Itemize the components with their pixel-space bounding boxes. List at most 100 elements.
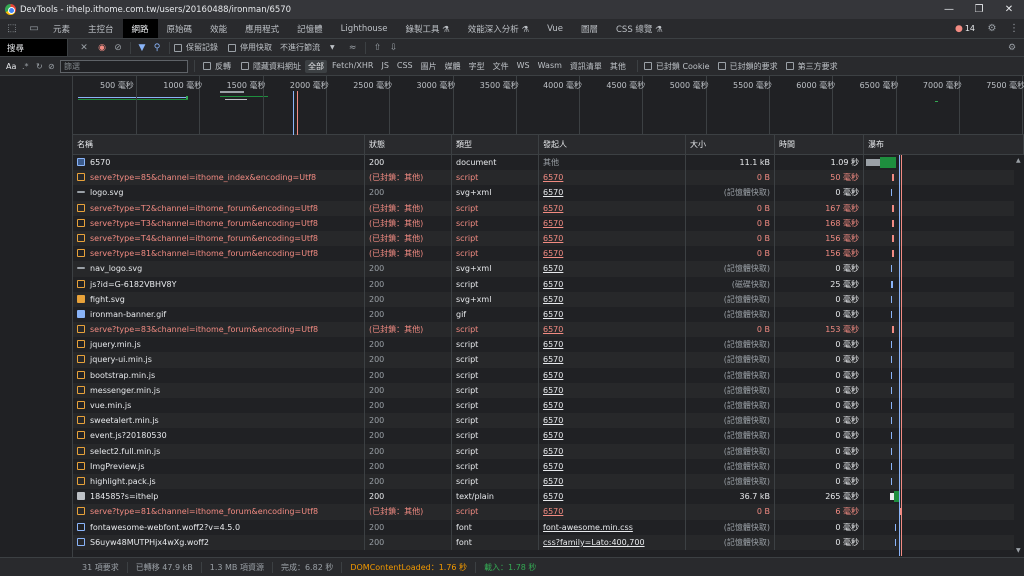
type-filter-button[interactable]: Wasm <box>535 60 565 73</box>
initiator-text[interactable]: 6570 <box>543 173 563 182</box>
column-header[interactable]: 類型 <box>452 135 539 155</box>
export-har-icon[interactable]: ⇩ <box>386 39 402 56</box>
size-text: (記憶體快取) <box>723 264 770 274</box>
more-options-icon[interactable]: ⋮ <box>1006 21 1022 37</box>
initiator-text[interactable]: font-awesome.min.css <box>543 523 633 532</box>
status-text: 200 <box>369 522 385 532</box>
issues-badge[interactable]: ● 14 <box>952 21 978 37</box>
size-text: (記憶體快取) <box>723 461 770 471</box>
type-filter-button[interactable]: 其他 <box>607 60 629 73</box>
scroll-down-icon[interactable]: ▼ <box>1016 547 1021 554</box>
tab-panel[interactable]: 記憶體 <box>288 19 332 38</box>
type-filter-button[interactable]: 全部 <box>305 59 327 73</box>
scrollbar[interactable]: ▲ ▼ <box>1014 155 1024 556</box>
network-conditions-wifi-icon[interactable]: ≈ <box>345 39 361 56</box>
tab-panel[interactable]: Vue <box>538 19 572 38</box>
disable-cache-checkbox[interactable]: 停用快取 <box>228 39 272 56</box>
type-filter-button[interactable]: JS <box>378 60 391 73</box>
initiator-text[interactable]: 6570 <box>543 219 563 228</box>
tab-panel[interactable]: Lighthouse <box>332 19 397 38</box>
initiator-text[interactable]: css?family=Lato:400,700 <box>543 538 645 547</box>
close-window-button[interactable]: ✕ <box>994 0 1024 19</box>
throttle-select[interactable]: 不進行節流 ▼ <box>280 39 335 56</box>
column-header[interactable]: 時間 <box>775 135 864 155</box>
initiator-text[interactable]: 6570 <box>543 234 563 243</box>
initiator-text[interactable]: 6570 <box>543 295 563 304</box>
initiator-text[interactable]: 6570 <box>543 340 563 349</box>
minimize-button[interactable]: — <box>934 0 964 19</box>
size-text: (記憶體快取) <box>723 401 770 410</box>
initiator-text[interactable]: 6570 <box>543 280 563 289</box>
type-filter-button[interactable]: 媒體 <box>442 60 464 73</box>
size-text: 36.7 kB <box>739 492 770 502</box>
tab-panel[interactable]: 元素 <box>44 19 79 38</box>
clear-filter-icon[interactable]: ⊘ <box>48 62 60 71</box>
type-filter-button[interactable]: 文件 <box>490 60 512 73</box>
search-icon[interactable]: ⚲ <box>149 39 165 56</box>
tab-panel[interactable]: 應用程式 <box>236 19 288 38</box>
initiator-text[interactable]: 6570 <box>543 477 563 486</box>
type-filter-button[interactable]: 字型 <box>466 60 488 73</box>
refresh-icon[interactable]: ↻ <box>36 62 48 71</box>
overview-bar <box>220 96 268 97</box>
time-text: 0 毫秒 <box>835 446 859 456</box>
tab-panel[interactable]: 原始碼 <box>158 19 202 38</box>
initiator-text[interactable]: 6570 <box>543 431 563 440</box>
initiator-text[interactable]: 6570 <box>543 507 563 516</box>
initiator-text[interactable]: 6570 <box>543 325 563 334</box>
initiator-text[interactable]: 6570 <box>543 462 563 471</box>
type-filter-button[interactable]: 圖片 <box>418 60 440 73</box>
filter-input[interactable]: 篩選 <box>60 59 188 73</box>
initiator-text[interactable]: 6570 <box>543 447 563 456</box>
restore-button[interactable]: ❐ <box>964 0 994 19</box>
initiator-text[interactable]: 6570 <box>543 371 563 380</box>
filter-icon[interactable]: ▼ <box>135 39 149 56</box>
initiator-text[interactable]: 6570 <box>543 355 563 364</box>
regex-icon[interactable]: .* <box>22 62 36 71</box>
initiator-text[interactable]: 6570 <box>543 386 563 395</box>
network-settings-gear-icon[interactable]: ⚙ <box>1000 39 1024 56</box>
tab-panel[interactable]: 網路 <box>122 19 158 38</box>
blocked-requests-checkbox[interactable]: 已封鎖的要求 <box>717 61 778 72</box>
column-header[interactable]: 名稱 <box>73 135 365 155</box>
tab-panel[interactable]: 錄製工具 ⚗ <box>396 19 458 38</box>
initiator-text[interactable]: 6570 <box>543 416 563 425</box>
status-text: 200 <box>369 370 385 380</box>
initiator-text[interactable]: 6570 <box>543 310 563 319</box>
tab-panel[interactable]: 效能深入分析 ⚗ <box>459 19 538 38</box>
hide-data-urls-checkbox[interactable]: 隱藏資料網址 <box>241 61 301 72</box>
initiator-text[interactable]: 6570 <box>543 188 563 197</box>
type-filter-button[interactable]: CSS <box>394 60 416 73</box>
column-header[interactable]: 發起人 <box>539 135 686 155</box>
invert-checkbox[interactable]: 反轉 <box>203 61 231 72</box>
tab-panel[interactable]: 圖層 <box>572 19 607 38</box>
settings-gear-icon[interactable]: ⚙ <box>984 21 1000 37</box>
search-drawer-tab[interactable]: 搜尋 <box>0 39 68 56</box>
type-filter-button[interactable]: 資訊清單 <box>567 60 605 73</box>
case-sensitive-toggle[interactable]: Aa <box>0 62 22 71</box>
preserve-log-checkbox[interactable]: 保留記錄 <box>174 39 218 56</box>
initiator-text[interactable]: 6570 <box>543 204 563 213</box>
overview-timeline[interactable]: 500 毫秒 1000 毫秒 1500 毫秒 2000 毫秒 2500 毫秒 3000 毫… <box>73 76 1024 135</box>
import-har-icon[interactable]: ⇧ <box>370 39 386 56</box>
third-party-checkbox[interactable]: 第三方要求 <box>785 61 838 72</box>
device-toolbar-icon[interactable]: ▭ <box>26 21 42 37</box>
scroll-up-icon[interactable]: ▲ <box>1016 157 1021 164</box>
record-icon[interactable]: ◉ <box>94 39 110 56</box>
inspect-element-icon[interactable]: ⬚ <box>4 21 20 37</box>
initiator-text[interactable]: 6570 <box>543 401 563 410</box>
tab-panel[interactable]: 主控台 <box>79 19 123 38</box>
column-header[interactable]: 狀態 <box>365 135 452 155</box>
initiator-text[interactable]: 6570 <box>543 249 563 258</box>
tab-panel[interactable]: 效能 <box>201 19 236 38</box>
column-header[interactable]: 大小 <box>686 135 775 155</box>
type-filter-button[interactable]: Fetch/XHR <box>329 60 376 73</box>
initiator-text[interactable]: 6570 <box>543 264 563 273</box>
initiator-text[interactable]: 6570 <box>543 492 563 501</box>
clear-icon[interactable]: ⊘ <box>110 39 126 56</box>
close-drawer-icon[interactable]: ✕ <box>74 39 94 56</box>
cell-size: (記憶體快取) <box>686 382 775 398</box>
type-filter-button[interactable]: WS <box>514 60 533 73</box>
tab-panel[interactable]: CSS 總覽 ⚗ <box>607 19 672 38</box>
blocked-cookies-checkbox[interactable]: 已封鎖 Cookie <box>643 61 710 72</box>
